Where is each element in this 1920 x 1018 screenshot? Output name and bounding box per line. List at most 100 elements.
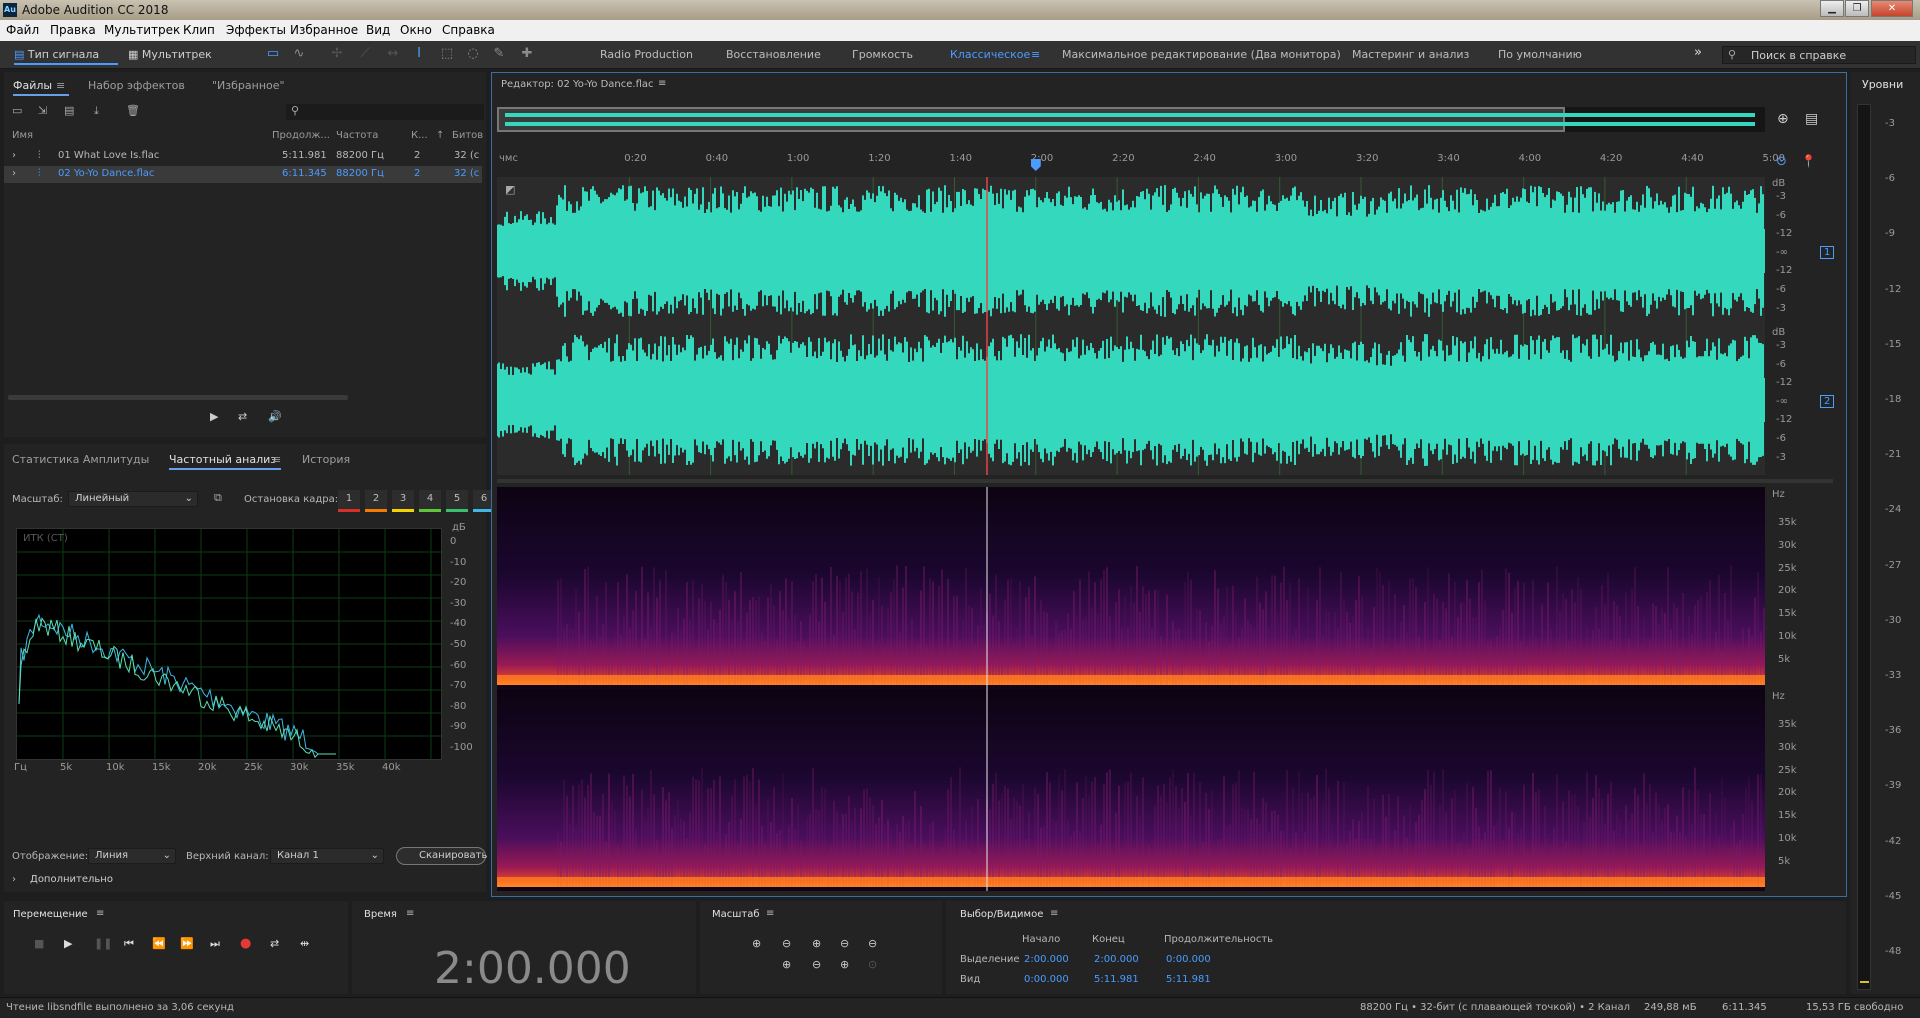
delete-icon[interactable]: 🗑 [126,104,140,117]
freeze-frame-slot-1[interactable]: 1 [338,490,360,512]
tab-history[interactable]: История [302,453,350,466]
loop-preview-icon[interactable]: ⇄ [238,410,247,423]
zoom-menu-icon[interactable]: ≡ [766,908,774,919]
zoom-out-full-icon[interactable]: ⊖ [868,937,877,950]
play-icon[interactable]: ▶ [64,937,72,950]
workspace-classic[interactable]: Классическое [950,48,1030,61]
workspace-mastering[interactable]: Мастеринг и анализ [1352,48,1469,61]
razor-tool-icon[interactable]: ⟋ [356,46,374,62]
rewind-icon[interactable]: ⏪ [152,937,166,950]
menu-clip[interactable]: Клип [183,23,215,37]
import-file-icon[interactable]: ⇲ [38,104,47,117]
tab-effects-rack[interactable]: Набор эффектов [88,79,185,92]
time-selection-tool-icon[interactable]: I [410,46,428,62]
splitter[interactable] [497,479,1833,483]
more-toggle[interactable]: Дополнительно [30,874,113,885]
sort-icon[interactable]: ↑ [436,130,444,141]
maximize-button[interactable]: ❐ [1845,0,1869,17]
workspace-menu-icon[interactable]: ≡ [1031,48,1040,61]
go-to-end-icon[interactable]: ⏭ [210,937,220,951]
spectral-view-icon[interactable]: ∿ [290,46,308,62]
snap-icon[interactable]: ⊙ [1776,154,1787,169]
editor-menu-icon[interactable]: ≡ [658,78,666,89]
minimize-button[interactable]: ▁ [1820,0,1844,17]
move-tool-icon[interactable]: ✢ [328,46,346,62]
tab-files[interactable]: Файлы [13,79,52,92]
scan-button[interactable]: Сканировать [396,847,487,865]
tab-amplitude-statistics[interactable]: Статистика Амплитуды [12,453,149,466]
lasso-tool-icon[interactable]: ◌ [464,46,482,62]
zoom-out-amplitude-icon[interactable]: ⊖ [782,937,791,950]
column-bits[interactable]: Битов [452,130,483,141]
time-menu-icon[interactable]: ≡ [406,908,414,919]
time-ruler[interactable]: чмс 0:20 0:40 1:00 1:20 1:40 2:00 2:20 2:40 3:00 3… [497,153,1785,173]
freeze-frame-slot-3[interactable]: 3 [392,490,414,512]
display-dropdown[interactable]: Линия ⌄ [88,848,176,864]
scale-dropdown[interactable]: Линейный ⌄ [68,491,198,507]
analysis-tab-menu-icon[interactable]: ≡ [272,453,281,466]
pause-icon[interactable]: ❚❚ [94,937,112,950]
new-file-icon[interactable]: ▤ [64,104,74,117]
brush-tool-icon[interactable]: ✎ [490,46,508,62]
workspace-max-editing[interactable]: Максимальное редактирование (Два монитор… [1062,48,1341,61]
files-scrollbar[interactable] [8,395,348,400]
playhead-marker[interactable] [1030,159,1041,171]
column-channels[interactable]: К... [411,130,428,141]
spot-healing-tool-icon[interactable]: ✚ [518,46,536,62]
files-tab-menu-icon[interactable]: ≡ [56,79,65,92]
view-start[interactable]: 0:00.000 [1024,974,1069,985]
slip-tool-icon[interactable]: ↔ [384,46,402,62]
waveform-mode-button[interactable]: ▤ Тип сигнала [14,45,118,65]
autoplay-icon[interactable]: 🔊 [268,410,282,423]
spectral-display[interactable] [497,487,1765,891]
pin-icon[interactable]: 📍 [1801,154,1816,168]
zoom-out-point-icon[interactable]: ⊖ [812,958,821,971]
menu-view[interactable]: Вид [366,23,390,37]
overlay-icon[interactable]: ⧉ [214,491,222,505]
workspace-loudness[interactable]: Громкость [852,48,913,61]
menu-multitrack[interactable]: Мультитрек [104,23,180,37]
waveform-area[interactable]: ◩ [497,177,1765,475]
zoom-full-icon[interactable]: ⊕ [1777,111,1789,127]
freeze-frame-slot-4[interactable]: 4 [419,490,441,512]
workspace-restoration[interactable]: Восстановление [726,48,821,61]
workspace-default[interactable]: По умолчанию [1498,48,1582,61]
selection-duration[interactable]: 0:00.000 [1166,954,1211,965]
menu-edit[interactable]: Правка [50,23,96,37]
multitrack-mode-button[interactable]: ▦ Мультитрек [128,45,218,65]
marquee-tool-icon[interactable]: ⬚ [438,46,456,62]
view-options-icon[interactable]: ▤ [1805,111,1818,127]
selection-start[interactable]: 2:00.000 [1024,954,1069,965]
top-channel-dropdown[interactable]: Канал 1 ⌄ [270,848,384,864]
stop-icon[interactable]: ■ [34,937,44,950]
zoom-out-time-icon[interactable]: ⊖ [840,937,849,950]
overview-bar[interactable] [497,107,1765,132]
menu-help[interactable]: Справка [442,23,495,37]
column-name[interactable]: Имя [12,130,33,141]
loop-icon[interactable]: ⇄ [270,937,279,950]
tab-frequency-analysis[interactable]: Частотный анализ [169,453,276,466]
record-icon[interactable]: ● [240,936,251,951]
view-end[interactable]: 5:11.981 [1094,974,1139,985]
column-rate[interactable]: Частота [336,130,378,141]
waveform-view-icon[interactable]: ▭ [264,46,282,62]
time-display[interactable]: 2:00.000 [434,943,631,994]
menu-window[interactable]: Окно [400,23,432,37]
insert-icon[interactable]: ⤓ [94,104,99,118]
menu-file[interactable]: Файл [6,23,39,37]
overview-view-range[interactable] [497,107,1565,132]
workspace-radio-production[interactable]: Radio Production [600,48,693,61]
zoom-in-amplitude-icon[interactable]: ⊕ [752,937,761,950]
expand-icon[interactable]: › [12,150,16,161]
tab-favorites[interactable]: "Избранное" [212,79,285,92]
file-row-selected[interactable]: › ⫶ 02 Yo-Yo Dance.flac 6:11.345 88200 Г… [4,166,482,183]
expand-icon[interactable]: › [12,168,16,179]
transport-menu-icon[interactable]: ≡ [96,908,104,919]
freeze-frame-slot-5[interactable]: 5 [446,490,468,512]
more-workspaces-icon[interactable]: » [1694,45,1702,60]
menu-effects[interactable]: Эффекты [226,23,286,37]
expand-icon[interactable]: › [12,874,16,885]
freeze-frame-slot-2[interactable]: 2 [365,490,387,512]
zoom-reset-icon[interactable]: ⊙ [868,958,877,971]
column-duration[interactable]: Продолж... [272,130,330,141]
